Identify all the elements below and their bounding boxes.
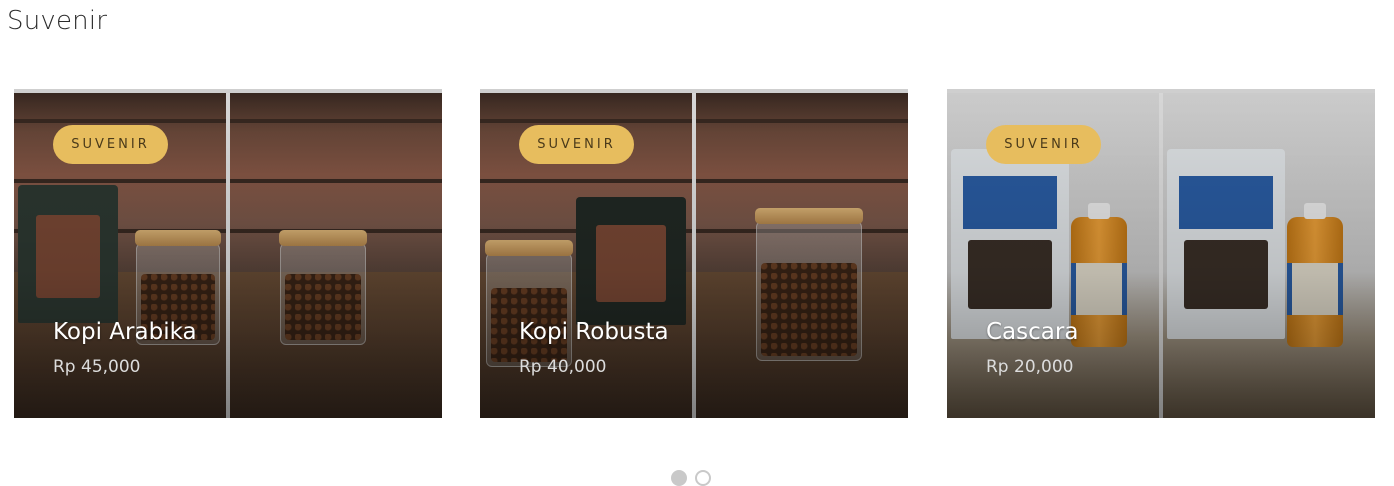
- carousel-pagination: [671, 470, 711, 486]
- carousel-dot-2[interactable]: [695, 470, 711, 486]
- product-name[interactable]: Cascara: [986, 319, 1078, 345]
- product-card-kopi-robusta[interactable]: SUVENIR Kopi Robusta Rp 40,000: [480, 89, 908, 418]
- product-name[interactable]: Kopi Arabika: [53, 319, 197, 345]
- product-card-kopi-arabika[interactable]: SUVENIR Kopi Arabika Rp 45,000: [14, 89, 442, 418]
- product-name[interactable]: Kopi Robusta: [519, 319, 669, 345]
- product-price: Rp 20,000: [986, 357, 1074, 377]
- carousel-dot-1[interactable]: [671, 470, 687, 486]
- product-price: Rp 40,000: [519, 357, 607, 377]
- category-badge[interactable]: SUVENIR: [53, 125, 168, 164]
- section-title: Suvenir: [7, 6, 108, 36]
- category-badge[interactable]: SUVENIR: [986, 125, 1101, 164]
- category-badge[interactable]: SUVENIR: [519, 125, 634, 164]
- product-card-cascara[interactable]: SUVENIR Cascara Rp 20,000: [947, 89, 1375, 418]
- product-price: Rp 45,000: [53, 357, 141, 377]
